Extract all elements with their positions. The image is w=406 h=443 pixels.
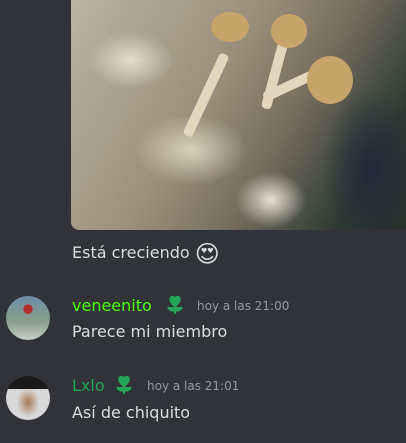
heart-flower-icon[interactable] bbox=[164, 295, 186, 315]
author-name[interactable]: Lxlo bbox=[72, 376, 105, 395]
message-text: Está creciendo 😍 bbox=[72, 240, 220, 268]
author-name[interactable]: veneenito bbox=[72, 296, 152, 315]
avatar-lxlo[interactable] bbox=[6, 376, 50, 420]
heart-eyes-emoji: 😍 bbox=[194, 240, 220, 268]
image-attachment[interactable] bbox=[71, 0, 406, 230]
message-text: Parece mi miembro bbox=[72, 322, 228, 341]
message-body: Está creciendo bbox=[72, 243, 190, 262]
heart-flower-icon[interactable] bbox=[113, 375, 135, 395]
timestamp: hoy a las 21:01 bbox=[147, 379, 240, 393]
timestamp: hoy a las 21:00 bbox=[197, 299, 290, 313]
message-text: Así de chiquito bbox=[72, 403, 191, 422]
avatar-veneenito[interactable] bbox=[6, 296, 50, 340]
